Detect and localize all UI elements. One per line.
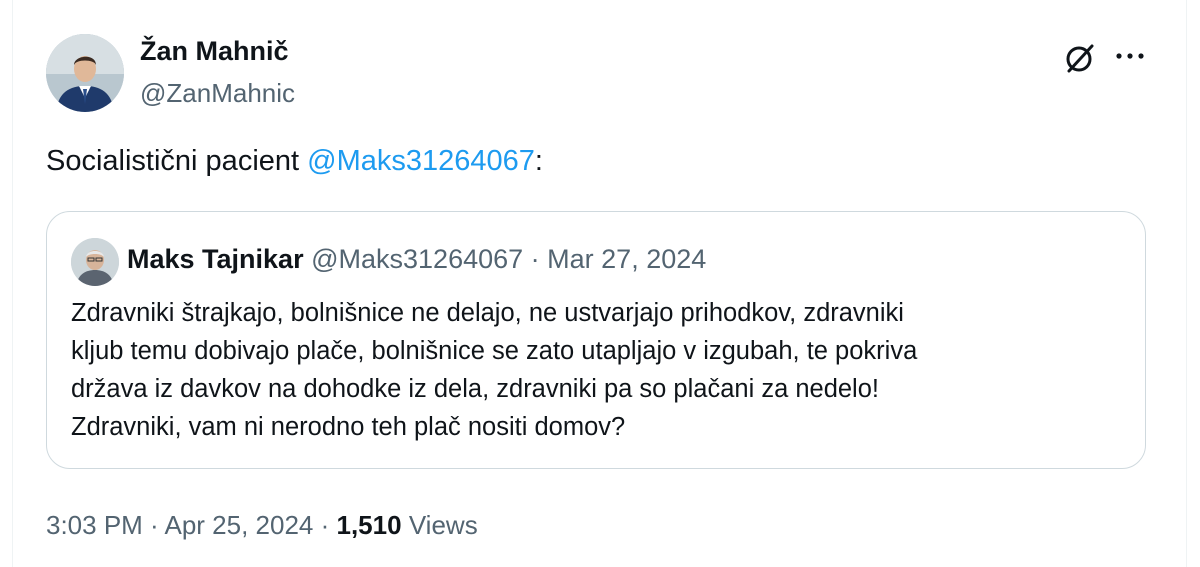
frame-right-border xyxy=(1186,0,1187,567)
quoted-tweet-date[interactable]: Mar 27, 2024 xyxy=(547,244,706,274)
quoted-meta-separator: · xyxy=(523,244,548,274)
tweet-text-prefix: Socialistični pacient xyxy=(46,145,308,177)
author-handle[interactable]: @ZanMahnic xyxy=(140,78,295,109)
tweet-time[interactable]: 3:03 PM xyxy=(46,510,143,540)
quoted-body-line: kljub temu dobivajo plače, bolnišnice se… xyxy=(71,337,918,365)
footer-separator: · xyxy=(142,510,165,540)
quoted-author-avatar[interactable] xyxy=(71,238,119,286)
tweet-text-suffix: : xyxy=(534,145,543,177)
slashed-circle-icon[interactable] xyxy=(1062,40,1098,76)
tweet-mention-link[interactable]: @Maks31264067 xyxy=(307,145,535,177)
quoted-tweet-card[interactable]: Maks Tajnikar @Maks31264067 · Mar 27, 20… xyxy=(46,211,1146,469)
quoted-tweet-body: Zdravniki štrajkajo, bolnišnice ne delaj… xyxy=(71,294,1131,446)
quoted-body-line: Zdravniki štrajkajo, bolnišnice ne delaj… xyxy=(71,299,904,327)
more-dots-icon[interactable] xyxy=(1112,40,1148,76)
profile-photo-icon xyxy=(46,34,124,112)
tweet-text: Socialistični pacient @Maks31264067: xyxy=(46,145,543,178)
views-count[interactable]: 1,510 xyxy=(337,510,402,540)
tweet-date[interactable]: Apr 25, 2024 xyxy=(165,510,314,540)
footer-separator-2: · xyxy=(313,510,337,540)
quoted-author-name[interactable]: Maks Tajnikar xyxy=(127,244,304,274)
quoted-author-handle[interactable]: @Maks31264067 xyxy=(311,244,523,274)
author-name[interactable]: Žan Mahnič xyxy=(140,36,289,67)
quoted-tweet-header: Maks Tajnikar @Maks31264067 · Mar 27, 20… xyxy=(127,244,706,275)
frame-left-border xyxy=(12,0,13,567)
tweet-footer: 3:03 PM · Apr 25, 2024 · 1,510 Views xyxy=(46,510,478,541)
author-avatar[interactable] xyxy=(46,34,124,112)
views-label[interactable]: Views xyxy=(409,510,478,540)
quoted-body-line: država iz davkov na dohodke iz dela, zdr… xyxy=(71,375,879,403)
quoted-profile-photo-icon xyxy=(71,238,119,286)
quoted-body-line: Zdravniki, vam ni nerodno teh plač nosit… xyxy=(71,413,626,441)
